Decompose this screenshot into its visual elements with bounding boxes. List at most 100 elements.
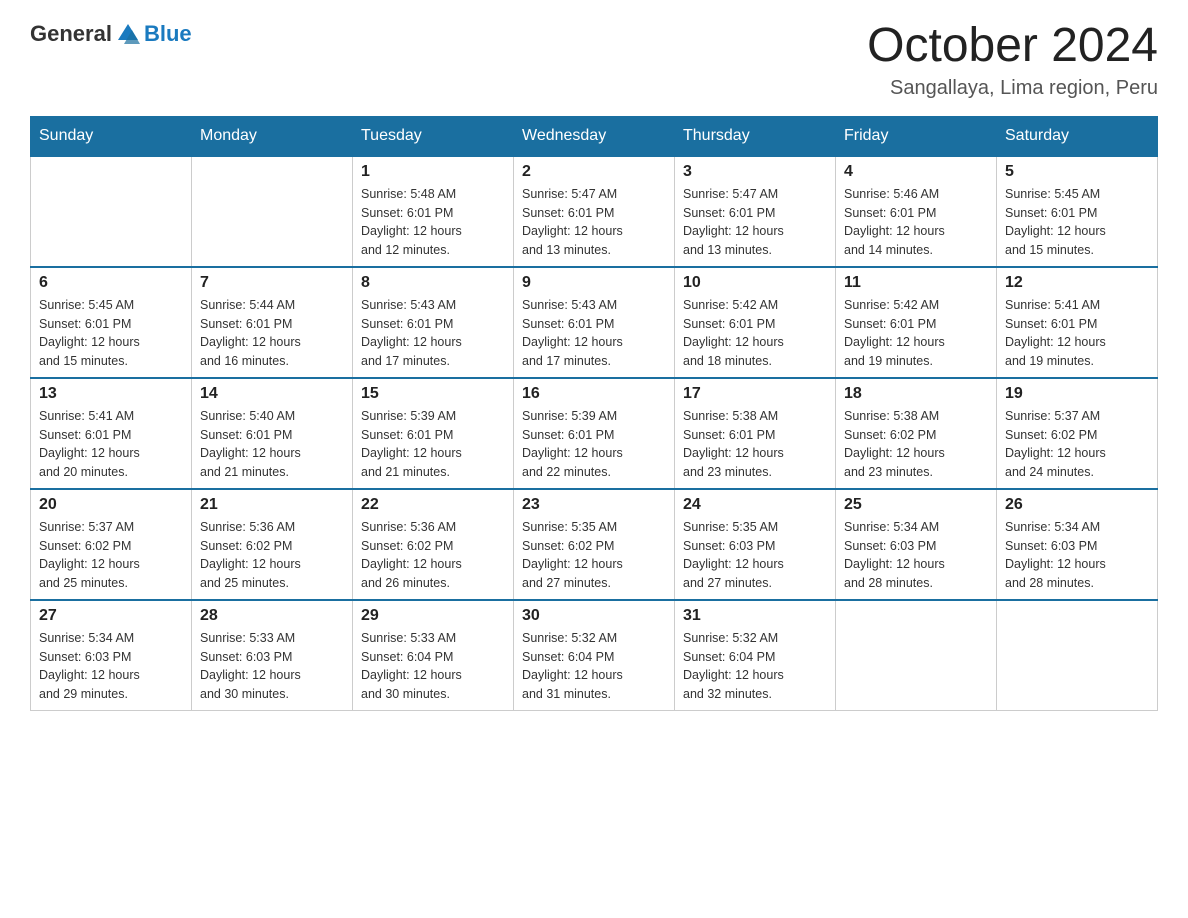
day-number: 30 <box>522 607 666 625</box>
logo: General Blue <box>30 20 192 48</box>
calendar-subtitle: Sangallaya, Lima region, Peru <box>867 77 1158 100</box>
day-number: 11 <box>844 274 988 292</box>
day-info: Sunrise: 5:41 AMSunset: 6:01 PMDaylight:… <box>39 407 183 482</box>
day-number: 7 <box>200 274 344 292</box>
calendar-week-row: 13 Sunrise: 5:41 AMSunset: 6:01 PMDayligh… <box>31 378 1158 489</box>
day-number: 19 <box>1005 385 1149 403</box>
calendar-cell: 12 Sunrise: 5:41 AMSunset: 6:01 PMDayligh… <box>997 267 1158 378</box>
day-number: 13 <box>39 385 183 403</box>
calendar-cell: 25 Sunrise: 5:34 AMSunset: 6:03 PMDayligh… <box>836 489 997 600</box>
day-number: 9 <box>522 274 666 292</box>
day-number: 20 <box>39 496 183 514</box>
day-info: Sunrise: 5:46 AMSunset: 6:01 PMDaylight:… <box>844 185 988 260</box>
day-info: Sunrise: 5:35 AMSunset: 6:03 PMDaylight:… <box>683 518 827 593</box>
calendar-cell: 18 Sunrise: 5:38 AMSunset: 6:02 PMDayligh… <box>836 378 997 489</box>
day-info: Sunrise: 5:36 AMSunset: 6:02 PMDaylight:… <box>200 518 344 593</box>
calendar-cell: 7 Sunrise: 5:44 AMSunset: 6:01 PMDaylight… <box>192 267 353 378</box>
day-number: 12 <box>1005 274 1149 292</box>
calendar-cell: 22Sunrise: 5:36 AMSunset: 6:02 PMDayligh… <box>353 489 514 600</box>
calendar-cell: 4 Sunrise: 5:46 AMSunset: 6:01 PMDaylight… <box>836 156 997 267</box>
calendar-cell: 28Sunrise: 5:33 AMSunset: 6:03 PMDayligh… <box>192 600 353 711</box>
day-info: Sunrise: 5:37 AMSunset: 6:02 PMDaylight:… <box>39 518 183 593</box>
day-number: 6 <box>39 274 183 292</box>
calendar-cell: 3 Sunrise: 5:47 AMSunset: 6:01 PMDaylight… <box>675 156 836 267</box>
calendar-cell: 21 Sunrise: 5:36 AMSunset: 6:02 PMDayligh… <box>192 489 353 600</box>
day-info: Sunrise: 5:34 AMSunset: 6:03 PMDaylight:… <box>39 629 183 704</box>
calendar-cell: 20 Sunrise: 5:37 AMSunset: 6:02 PMDayligh… <box>31 489 192 600</box>
day-info: Sunrise: 5:38 AMSunset: 6:01 PMDaylight:… <box>683 407 827 482</box>
calendar-cell: 30Sunrise: 5:32 AMSunset: 6:04 PMDayligh… <box>514 600 675 711</box>
calendar-cell: 17Sunrise: 5:38 AMSunset: 6:01 PMDayligh… <box>675 378 836 489</box>
weekday-header-tuesday: Tuesday <box>353 116 514 156</box>
logo-icon <box>114 20 142 48</box>
day-info: Sunrise: 5:34 AMSunset: 6:03 PMDaylight:… <box>844 518 988 593</box>
day-number: 3 <box>683 163 827 181</box>
day-info: Sunrise: 5:43 AMSunset: 6:01 PMDaylight:… <box>522 296 666 371</box>
day-number: 25 <box>844 496 988 514</box>
day-info: Sunrise: 5:40 AMSunset: 6:01 PMDaylight:… <box>200 407 344 482</box>
day-info: Sunrise: 5:44 AMSunset: 6:01 PMDaylight:… <box>200 296 344 371</box>
calendar-cell <box>997 600 1158 711</box>
logo-blue-text: Blue <box>144 21 192 47</box>
calendar-cell: 5 Sunrise: 5:45 AMSunset: 6:01 PMDaylight… <box>997 156 1158 267</box>
day-number: 2 <box>522 163 666 181</box>
weekday-header-thursday: Thursday <box>675 116 836 156</box>
calendar-cell: 16Sunrise: 5:39 AMSunset: 6:01 PMDayligh… <box>514 378 675 489</box>
calendar-cell <box>192 156 353 267</box>
calendar-cell: 27 Sunrise: 5:34 AMSunset: 6:03 PMDayligh… <box>31 600 192 711</box>
day-number: 21 <box>200 496 344 514</box>
day-info: Sunrise: 5:38 AMSunset: 6:02 PMDaylight:… <box>844 407 988 482</box>
calendar-cell: 8Sunrise: 5:43 AMSunset: 6:01 PMDaylight… <box>353 267 514 378</box>
calendar-cell: 13 Sunrise: 5:41 AMSunset: 6:01 PMDayligh… <box>31 378 192 489</box>
calendar-cell: 19 Sunrise: 5:37 AMSunset: 6:02 PMDayligh… <box>997 378 1158 489</box>
calendar-cell: 6Sunrise: 5:45 AMSunset: 6:01 PMDaylight… <box>31 267 192 378</box>
weekday-header-friday: Friday <box>836 116 997 156</box>
weekday-header-saturday: Saturday <box>997 116 1158 156</box>
day-number: 16 <box>522 385 666 403</box>
day-number: 15 <box>361 385 505 403</box>
calendar-cell: 15Sunrise: 5:39 AMSunset: 6:01 PMDayligh… <box>353 378 514 489</box>
day-info: Sunrise: 5:47 AMSunset: 6:01 PMDaylight:… <box>683 185 827 260</box>
calendar-table: SundayMondayTuesdayWednesdayThursdayFrid… <box>30 116 1158 711</box>
calendar-cell: 31Sunrise: 5:32 AMSunset: 6:04 PMDayligh… <box>675 600 836 711</box>
calendar-cell: 23 Sunrise: 5:35 AMSunset: 6:02 PMDayligh… <box>514 489 675 600</box>
day-info: Sunrise: 5:33 AMSunset: 6:04 PMDaylight:… <box>361 629 505 704</box>
day-info: Sunrise: 5:42 AMSunset: 6:01 PMDaylight:… <box>683 296 827 371</box>
day-info: Sunrise: 5:45 AMSunset: 6:01 PMDaylight:… <box>1005 185 1149 260</box>
calendar-cell: 2 Sunrise: 5:47 AMSunset: 6:01 PMDaylight… <box>514 156 675 267</box>
day-info: Sunrise: 5:48 AMSunset: 6:01 PMDaylight:… <box>361 185 505 260</box>
day-number: 31 <box>683 607 827 625</box>
calendar-cell: 10 Sunrise: 5:42 AMSunset: 6:01 PMDayligh… <box>675 267 836 378</box>
day-number: 23 <box>522 496 666 514</box>
day-info: Sunrise: 5:41 AMSunset: 6:01 PMDaylight:… <box>1005 296 1149 371</box>
day-number: 28 <box>200 607 344 625</box>
day-number: 24 <box>683 496 827 514</box>
calendar-week-row: 20 Sunrise: 5:37 AMSunset: 6:02 PMDayligh… <box>31 489 1158 600</box>
day-number: 14 <box>200 385 344 403</box>
day-number: 4 <box>844 163 988 181</box>
day-number: 26 <box>1005 496 1149 514</box>
calendar-cell: 26Sunrise: 5:34 AMSunset: 6:03 PMDayligh… <box>997 489 1158 600</box>
calendar-title: October 2024 <box>867 20 1158 73</box>
day-number: 10 <box>683 274 827 292</box>
calendar-cell: 9 Sunrise: 5:43 AMSunset: 6:01 PMDaylight… <box>514 267 675 378</box>
day-info: Sunrise: 5:36 AMSunset: 6:02 PMDaylight:… <box>361 518 505 593</box>
calendar-cell: 1Sunrise: 5:48 AMSunset: 6:01 PMDaylight… <box>353 156 514 267</box>
day-number: 8 <box>361 274 505 292</box>
calendar-week-row: 6Sunrise: 5:45 AMSunset: 6:01 PMDaylight… <box>31 267 1158 378</box>
day-info: Sunrise: 5:35 AMSunset: 6:02 PMDaylight:… <box>522 518 666 593</box>
calendar-week-row: 27 Sunrise: 5:34 AMSunset: 6:03 PMDayligh… <box>31 600 1158 711</box>
day-info: Sunrise: 5:37 AMSunset: 6:02 PMDaylight:… <box>1005 407 1149 482</box>
day-number: 27 <box>39 607 183 625</box>
calendar-week-row: 1Sunrise: 5:48 AMSunset: 6:01 PMDaylight… <box>31 156 1158 267</box>
calendar-cell <box>31 156 192 267</box>
day-info: Sunrise: 5:47 AMSunset: 6:01 PMDaylight:… <box>522 185 666 260</box>
calendar-cell: 24 Sunrise: 5:35 AMSunset: 6:03 PMDayligh… <box>675 489 836 600</box>
day-number: 18 <box>844 385 988 403</box>
day-info: Sunrise: 5:42 AMSunset: 6:01 PMDaylight:… <box>844 296 988 371</box>
day-number: 29 <box>361 607 505 625</box>
weekday-header-wednesday: Wednesday <box>514 116 675 156</box>
weekday-header-monday: Monday <box>192 116 353 156</box>
calendar-cell: 11 Sunrise: 5:42 AMSunset: 6:01 PMDayligh… <box>836 267 997 378</box>
day-number: 5 <box>1005 163 1149 181</box>
